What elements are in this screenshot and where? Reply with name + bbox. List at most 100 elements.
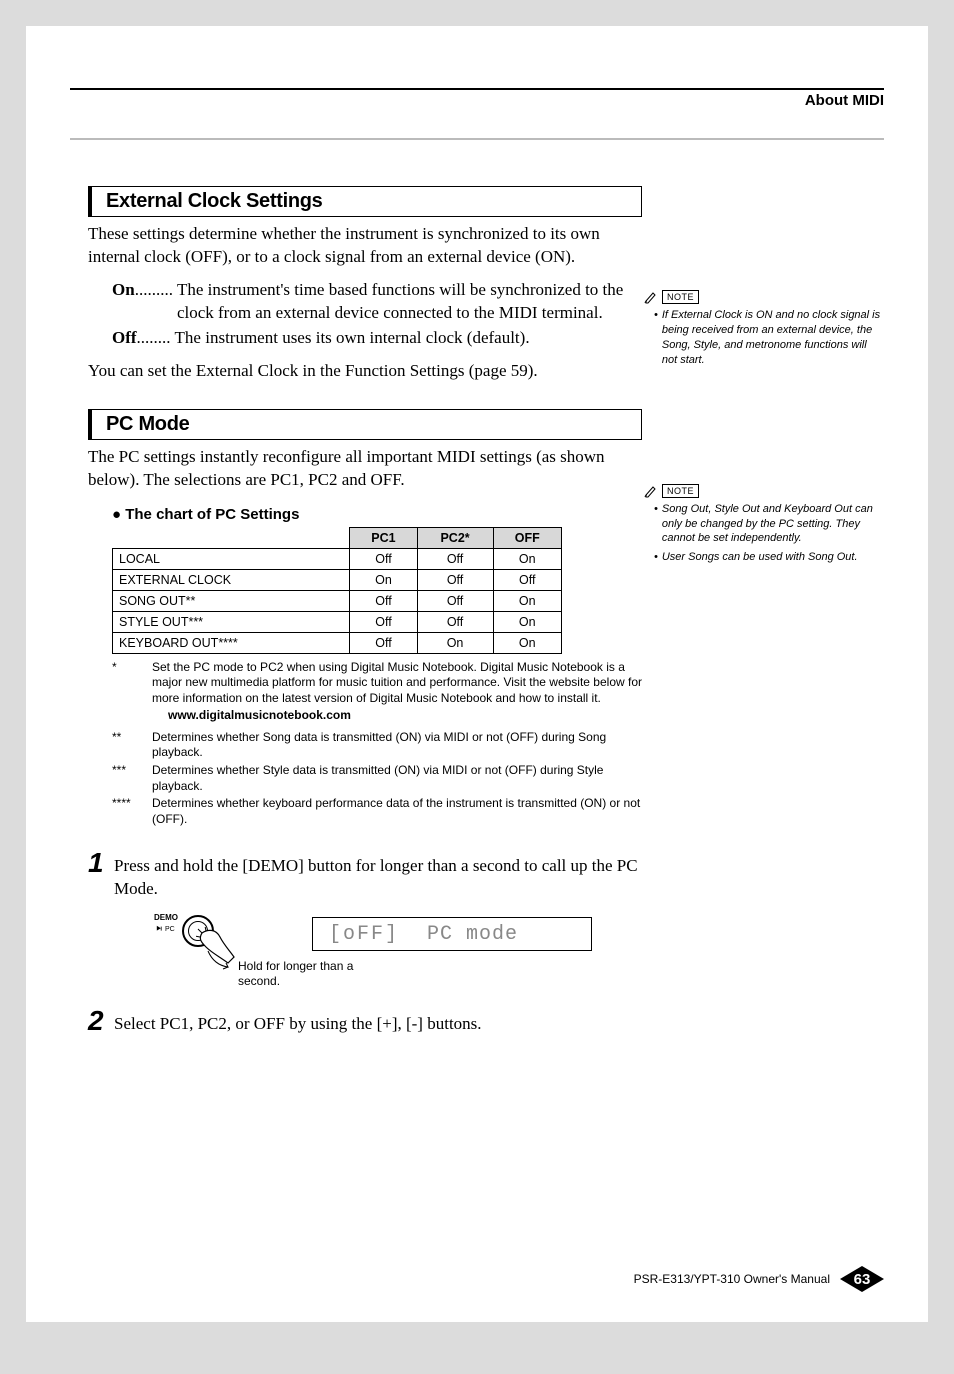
- fn-text: Determines whether Song data is transmit…: [152, 730, 642, 761]
- arrow-down-icon: [206, 949, 236, 973]
- display-mode: PC mode: [427, 923, 518, 946]
- table-row: STYLE OUT*** Off Off On: [113, 611, 562, 632]
- th-pc1: PC1: [350, 527, 417, 548]
- ecs-intro: These settings determine whether the ins…: [88, 223, 642, 269]
- fn-mark: ****: [112, 796, 152, 827]
- footnote-url: www.digitalmusicnotebook.com: [168, 708, 642, 724]
- def-off: Off........ The instrument uses its own …: [112, 327, 642, 350]
- def-off-dots: ........: [137, 327, 171, 350]
- note-head: NOTE: [644, 290, 884, 304]
- cell: Off: [417, 569, 493, 590]
- fn-text: Determines whether Style data is transmi…: [152, 763, 642, 794]
- def-on-dots: .........: [135, 279, 173, 325]
- th-blank: [113, 527, 350, 548]
- footnote-2: ** Determines whether Song data is trans…: [112, 730, 642, 761]
- note-label: NOTE: [662, 484, 699, 498]
- fn-mark: ***: [112, 763, 152, 794]
- chart-title: The chart of PC Settings: [112, 506, 642, 523]
- footnote-4: **** Determines whether keyboard perform…: [112, 796, 642, 827]
- pc-label-text: PC: [165, 926, 175, 933]
- cell-label: STYLE OUT***: [113, 611, 350, 632]
- step-2-num: 2: [88, 1007, 114, 1035]
- cell: On: [493, 548, 561, 569]
- cell: On: [417, 632, 493, 653]
- note-label: NOTE: [662, 290, 699, 304]
- main-column: External Clock Settings These settings d…: [88, 186, 642, 1036]
- note-1: NOTE If External Clock is ON and no cloc…: [644, 290, 884, 368]
- note-1-text: If External Clock is ON and no clock sig…: [662, 308, 884, 367]
- fn-mark: *: [112, 660, 152, 707]
- page-footer: PSR-E313/YPT-310 Owner's Manual 63: [634, 1266, 884, 1292]
- cell: Off: [417, 590, 493, 611]
- pencil-note-icon: [644, 484, 658, 498]
- cell: Off: [417, 611, 493, 632]
- cell: Off: [350, 590, 417, 611]
- pc-settings-table: PC1 PC2* OFF LOCAL Off Off On EXTERNAL C…: [112, 527, 562, 654]
- display-value: [oFF]: [329, 923, 399, 946]
- def-on-term: On: [112, 279, 135, 325]
- divider: [70, 138, 884, 140]
- step-1-text: Press and hold the [DEMO] button for lon…: [114, 849, 642, 901]
- pencil-note-icon: [644, 290, 658, 304]
- table-row: KEYBOARD OUT**** Off On On: [113, 632, 562, 653]
- cell-label: SONG OUT**: [113, 590, 350, 611]
- footnote-1: * Set the PC mode to PC2 when using Digi…: [112, 660, 642, 707]
- page-number: 63: [854, 1271, 871, 1288]
- note-1-item: If External Clock is ON and no clock sig…: [654, 308, 884, 367]
- demo-label: DEMO: [154, 913, 178, 922]
- cell: Off: [350, 632, 417, 653]
- press-hold-icon: [156, 925, 164, 933]
- note-2-item-a: Song Out, Style Out and Keyboard Out can…: [654, 502, 884, 547]
- fn-mark: **: [112, 730, 152, 761]
- def-on: On......... The instrument's time based …: [112, 279, 642, 325]
- fn-text: Determines whether keyboard performance …: [152, 796, 642, 827]
- note-2b-text: User Songs can be used with Song Out.: [662, 550, 858, 565]
- cell: On: [493, 590, 561, 611]
- note-head: NOTE: [644, 484, 884, 498]
- step-1: 1 Press and hold the [DEMO] button for l…: [88, 849, 642, 901]
- step-2-text: Select PC1, PC2, or OFF by using the [+]…: [114, 1007, 482, 1036]
- cell: Off: [350, 611, 417, 632]
- step-1-num: 1: [88, 849, 114, 877]
- cell: Off: [493, 569, 561, 590]
- table-row: LOCAL Off Off On: [113, 548, 562, 569]
- side-column: NOTE If External Clock is ON and no cloc…: [644, 186, 884, 569]
- pcmode-intro: The PC settings instantly reconfigure al…: [88, 446, 642, 492]
- cell: On: [493, 632, 561, 653]
- page-number-badge: 63: [840, 1266, 884, 1292]
- cell: On: [493, 611, 561, 632]
- ecs-def-list: On......... The instrument's time based …: [112, 279, 642, 350]
- def-off-desc: The instrument uses its own internal clo…: [171, 327, 530, 350]
- th-off: OFF: [493, 527, 561, 548]
- page-header-title: About MIDI: [805, 92, 884, 109]
- hold-caption: Hold for longer than a second.: [238, 959, 378, 988]
- page: About MIDI External Clock Settings These…: [26, 26, 928, 1322]
- fn-text: Set the PC mode to PC2 when using Digita…: [152, 660, 642, 707]
- pc-label: PC: [156, 925, 175, 933]
- content-area: External Clock Settings These settings d…: [88, 186, 884, 1262]
- section-heading-external-clock: External Clock Settings: [88, 186, 642, 217]
- def-on-desc: The instrument's time based functions wi…: [173, 279, 642, 325]
- lcd-display: [oFF] PC mode: [312, 917, 592, 951]
- footnotes: * Set the PC mode to PC2 when using Digi…: [112, 660, 642, 828]
- manual-title: PSR-E313/YPT-310 Owner's Manual: [634, 1272, 830, 1286]
- cell: Off: [417, 548, 493, 569]
- footnote-3: *** Determines whether Style data is tra…: [112, 763, 642, 794]
- step-2: 2 Select PC1, PC2, or OFF by using the […: [88, 1007, 642, 1036]
- note-2-item-b: User Songs can be used with Song Out.: [654, 550, 884, 565]
- th-pc2: PC2*: [417, 527, 493, 548]
- cell: Off: [350, 548, 417, 569]
- section-heading-pc-mode: PC Mode: [88, 409, 642, 440]
- table-row: EXTERNAL CLOCK On Off Off: [113, 569, 562, 590]
- demo-illustration: DEMO PC Hold for longer than a second.: [158, 913, 642, 973]
- cell: On: [350, 569, 417, 590]
- cell-label: KEYBOARD OUT****: [113, 632, 350, 653]
- note-2a-text: Song Out, Style Out and Keyboard Out can…: [662, 502, 884, 547]
- note-2: NOTE Song Out, Style Out and Keyboard Ou…: [644, 484, 884, 566]
- cell-label: EXTERNAL CLOCK: [113, 569, 350, 590]
- header-rule: About MIDI: [70, 88, 884, 108]
- table-row: SONG OUT** Off Off On: [113, 590, 562, 611]
- demo-button-graphic: DEMO PC Hold for longer than a second.: [158, 913, 238, 973]
- ecs-outro: You can set the External Clock in the Fu…: [88, 360, 642, 383]
- cell-label: LOCAL: [113, 548, 350, 569]
